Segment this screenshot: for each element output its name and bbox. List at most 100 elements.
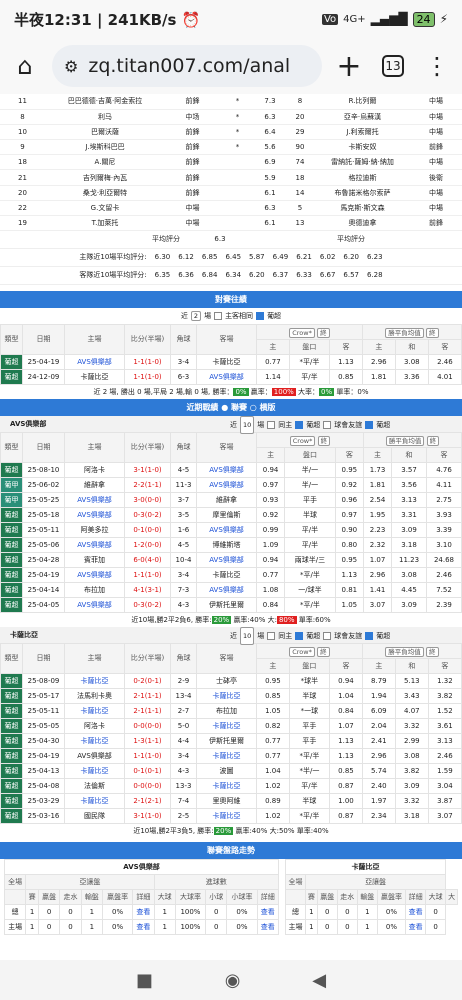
- column-header: 盤口: [284, 446, 336, 463]
- match-cell: 2.39: [426, 596, 462, 613]
- match-row[interactable]: 葡超 25-04-30 卡薩比亞 1-3(1-1) 4-4 伊斯托里爾 0.77 平手 1.13…: [0, 732, 462, 749]
- match-cell: 3-4: [170, 566, 197, 583]
- match-row[interactable]: 葡超 25-04-28 賓菲加 6-0(4-0) 10-4 AVS俱樂部 0.94 兩球半/三…: [0, 551, 462, 568]
- match-cell: 25-08-10: [22, 461, 65, 478]
- match-row[interactable]: 葡超 25-08-09 卡薩比亞 0-2(0-1) 2-9 士砵亭 0.95 *球半 0.94 8…: [0, 672, 462, 689]
- team1-count-select[interactable]: 10: [240, 415, 255, 434]
- column-header: [3, 888, 27, 905]
- match-cell: 卡薩比亞: [64, 792, 125, 809]
- home-icon[interactable]: ⌂: [8, 49, 42, 83]
- match-cell: 2-2(1-1): [124, 476, 171, 493]
- lineup-cell: 6.1: [255, 215, 285, 232]
- match-row[interactable]: 葡超 25-04-19 AVS俱樂部 1-1(1-0) 3-4 卡薩比亞 0.77 *平/半 1…: [0, 566, 462, 583]
- match-cell: 3.56: [391, 476, 427, 493]
- match-cell: *平/半: [288, 807, 331, 824]
- league-tag: 葡超: [0, 551, 23, 568]
- match-cell: 平/半: [284, 536, 336, 553]
- lineup-cell: 19: [0, 215, 45, 232]
- match-cell: 25-05-05: [22, 717, 65, 734]
- match-cell: 1.05: [334, 596, 364, 613]
- match-cell: 8.79: [361, 672, 396, 689]
- match-cell: 2.96: [361, 353, 396, 370]
- match-row[interactable]: 葡超 25-04-05 AVS俱樂部 0-3(0-2) 4-3 伊斯托里爾 0.84 *平/半…: [0, 596, 462, 613]
- match-cell: 平/半: [288, 368, 331, 385]
- lineup-cell: [220, 154, 255, 171]
- status-bar: 半夜12:31 | 241KB/s ⏰ Vo 4G+ ▂▄▆█ 24 ⚡: [0, 0, 462, 38]
- match-row[interactable]: 葡超 25-05-06 AVS俱樂部 1-2(0-0) 4-5 博維斯塔 1.09 平/半 0.…: [0, 536, 462, 553]
- match-row[interactable]: 葡超 25-03-16 國民隊 3-1(1-0) 2-5 卡薩比亞 1.02 *平/半 0.87…: [0, 807, 462, 824]
- match-row[interactable]: 葡超 25-05-18 AVS俱樂部 0-3(0-2) 3-5 摩里倫斯 0.92 半球 0.9…: [0, 506, 462, 523]
- new-tab-icon[interactable]: +: [332, 49, 366, 84]
- match-cell: 1.81: [362, 476, 393, 493]
- recents-icon[interactable]: ■: [136, 970, 153, 991]
- rating-value: 6.45: [225, 253, 242, 262]
- match-row[interactable]: 葡超 25-04-13 卡薩比亞 0-1(0-1) 4-3 波圖 1.04 *半/一 0.85 5…: [0, 762, 462, 779]
- match-cell: 2.96: [361, 747, 396, 764]
- odds-company-select[interactable]: Crow*: [289, 327, 315, 338]
- match-cell: 1.94: [361, 687, 396, 704]
- match-cell: 5-0: [170, 717, 197, 734]
- league-checkbox[interactable]: [256, 311, 265, 320]
- match-cell: 卡薩比亞: [64, 702, 125, 719]
- match-cell: AVS俱樂部: [64, 747, 125, 764]
- league-tag: 葡超: [0, 536, 23, 553]
- column-header: 賽: [25, 888, 39, 905]
- match-row[interactable]: 葡超 25-04-19 AVS俱樂部 1-1(1-0) 3-4 卡薩比亞 0.77 *平/半 1…: [0, 353, 462, 370]
- match-row[interactable]: 葡超 25-08-10 阿洛卡 3-1(1-0) 4-5 AVS俱樂部 0.94 半/一 0.9…: [0, 461, 462, 478]
- match-cell: 0.85: [329, 762, 363, 779]
- match-cell: 2.34: [361, 807, 396, 824]
- match-cell: 卡薩比亞: [196, 807, 257, 824]
- match-cell: 2-9: [170, 672, 197, 689]
- site-settings-icon[interactable]: ⚙: [64, 57, 78, 76]
- match-row[interactable]: 葡甲 25-05-25 AVS俱樂部 3-0(0-0) 3-7 維辭拿 0.93 平手 0.96…: [0, 491, 462, 508]
- match-row[interactable]: 葡超 25-04-08 法倫斯 0-0(0-0) 13-3 卡薩比亞 1.02 平/半 0.87…: [0, 777, 462, 794]
- match-cell: 法馬利卡奧: [64, 687, 125, 704]
- lineup-cell: 6.1: [255, 185, 285, 201]
- tab-count: 13: [382, 55, 404, 77]
- match-cell: 25-03-16: [22, 807, 65, 824]
- league-tag: 葡超: [0, 596, 23, 613]
- match-row[interactable]: 葡超 25-05-17 法馬利卡奧 2-1(1-1) 13-4 卡薩比亞 0.85 半球 1.0…: [0, 687, 462, 704]
- match-row[interactable]: 葡超 25-05-05 阿洛卡 0-0(0-0) 5-0 卡薩比亞 0.82 平手 1.07 2.…: [0, 717, 462, 734]
- odds-avg-select[interactable]: 勝平負均值: [385, 327, 424, 338]
- column-header: 主: [255, 446, 286, 463]
- lineup-cell: 8: [285, 94, 315, 110]
- match-cell: 0.87: [329, 777, 363, 794]
- league-tag: 葡超: [0, 581, 23, 598]
- match-cell: 2-5: [170, 807, 197, 824]
- match-cell: 4.01: [427, 368, 462, 385]
- match-row[interactable]: 葡超 25-04-14 布拉加 4-1(3-1) 7-3 AVS俱樂部 1.08 一/球半 0.…: [0, 581, 462, 598]
- match-row[interactable]: 葡超 25-05-11 阿美多拉 0-1(0-0) 1-6 AVS俱樂部 0.99 平/半 0.…: [0, 521, 462, 538]
- lineup-cell: 6.4: [255, 124, 285, 141]
- match-row[interactable]: 葡超 25-03-29 卡薩比亞 2-1(2-1) 7-4 里奧阿維 0.89 半球 1.00 1…: [0, 792, 462, 809]
- tab-switcher-button[interactable]: 13: [376, 49, 410, 83]
- menu-icon[interactable]: ⋮: [420, 49, 454, 83]
- back-icon[interactable]: ◀: [312, 970, 326, 991]
- h2h-count-select[interactable]: 2: [190, 310, 202, 321]
- column-header: 詳細: [405, 888, 427, 905]
- address-bar[interactable]: ⚙ zq.titan007.com/anal: [52, 45, 322, 87]
- trend-cell: 0: [59, 903, 82, 920]
- same-home-checkbox[interactable]: [214, 311, 223, 320]
- trend-cell: 0: [425, 903, 447, 920]
- team2-count-select[interactable]: 10: [240, 626, 255, 645]
- lineup-cell: R.比列爾: [315, 94, 410, 110]
- match-cell: 3-5: [170, 506, 197, 523]
- match-row[interactable]: 葡超 25-04-19 AVS俱樂部 1-1(1-0) 3-4 卡薩比亞 0.77 *平/半 1…: [0, 747, 462, 764]
- trend-cell: 1: [305, 903, 318, 920]
- trend-cell: 0: [205, 903, 228, 920]
- match-row[interactable]: 葡超 25-05-11 卡薩比亞 2-1(1-1) 2-7 布拉加 1.05 *一球 0.84 6…: [0, 702, 462, 719]
- match-row[interactable]: 葡超 24-12-09 卡薩比亞 1-1(1-0) 6-3 AVS俱樂部 1.14 平/半 0.…: [0, 368, 462, 385]
- home-nav-icon[interactable]: ◉: [225, 970, 241, 991]
- match-row[interactable]: 葡甲 25-06-02 維辭拿 2-2(1-1) 11-3 AVS俱樂部 0.97 半/一 0.…: [0, 476, 462, 493]
- match-cell: *半/一: [288, 762, 331, 779]
- match-cell: AVS俱樂部: [64, 536, 125, 553]
- match-cell: 0.77: [256, 353, 290, 370]
- odds-final-select[interactable]: 終: [317, 327, 330, 338]
- match-cell: 2.32: [362, 536, 393, 553]
- league-tag: 葡超: [0, 732, 23, 749]
- lineup-cell: 11: [0, 94, 45, 110]
- match-cell: 布拉加: [64, 581, 125, 598]
- match-cell: 1.07: [362, 551, 393, 568]
- trend-cell: 總: [284, 903, 307, 920]
